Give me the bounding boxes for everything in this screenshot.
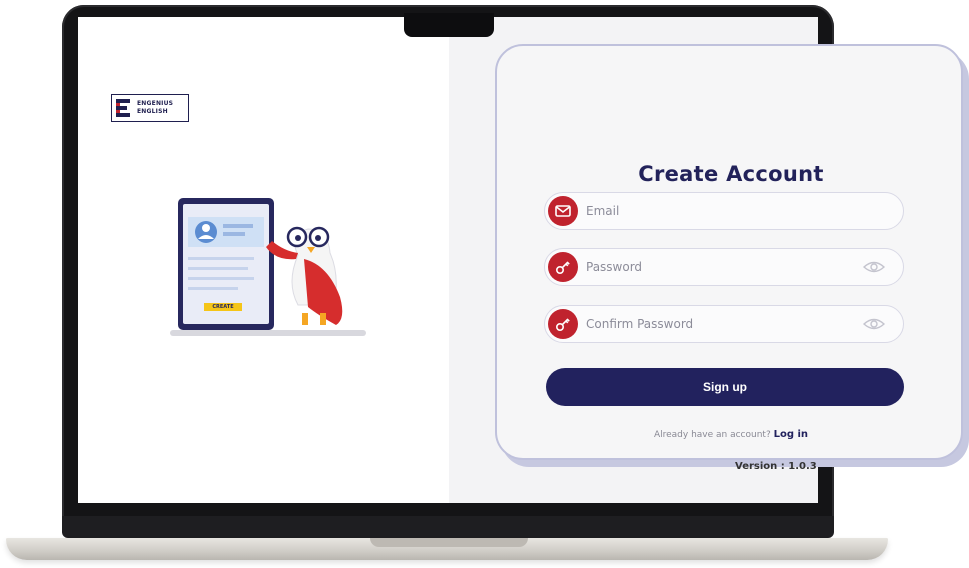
create-account-card: Create Account Email Sign up Already hav… [495, 44, 963, 460]
key-icon [548, 309, 578, 339]
marketing-mockup: ENGENIUS ENGLISH CREATE Create Account E… [0, 0, 969, 568]
login-link[interactable]: Log in [774, 429, 808, 440]
logo-line-2: ENGLISH [137, 108, 168, 115]
login-prompt-row: Already have an account? Log in [497, 429, 965, 440]
email-icon [548, 196, 578, 226]
version-label: Version : 1.0.3 [735, 461, 817, 472]
confirm-password-field[interactable] [544, 305, 904, 343]
confirm-password-input[interactable] [586, 317, 863, 331]
signup-illustration: CREATE [168, 195, 368, 340]
laptop-chin [62, 516, 834, 538]
key-icon [548, 252, 578, 282]
email-input[interactable] [586, 204, 903, 218]
brand-logo: ENGENIUS ENGLISH [111, 94, 189, 122]
password-input[interactable] [586, 260, 863, 274]
eye-icon[interactable] [863, 317, 885, 331]
logo-line-1: ENGENIUS [137, 100, 174, 107]
laptop-base-groove [370, 538, 528, 547]
page-title: Create Account [638, 162, 824, 186]
password-field[interactable] [544, 248, 904, 286]
signup-button[interactable]: Sign up [546, 368, 904, 406]
email-field[interactable] [544, 192, 904, 230]
login-prompt-text: Already have an account? [653, 430, 771, 440]
illustration-create-label: CREATE [212, 304, 234, 310]
logo-e-icon [114, 96, 134, 120]
eye-icon[interactable] [863, 260, 885, 274]
camera-notch [404, 13, 494, 37]
logo-text: ENGENIUS ENGLISH [137, 100, 173, 116]
